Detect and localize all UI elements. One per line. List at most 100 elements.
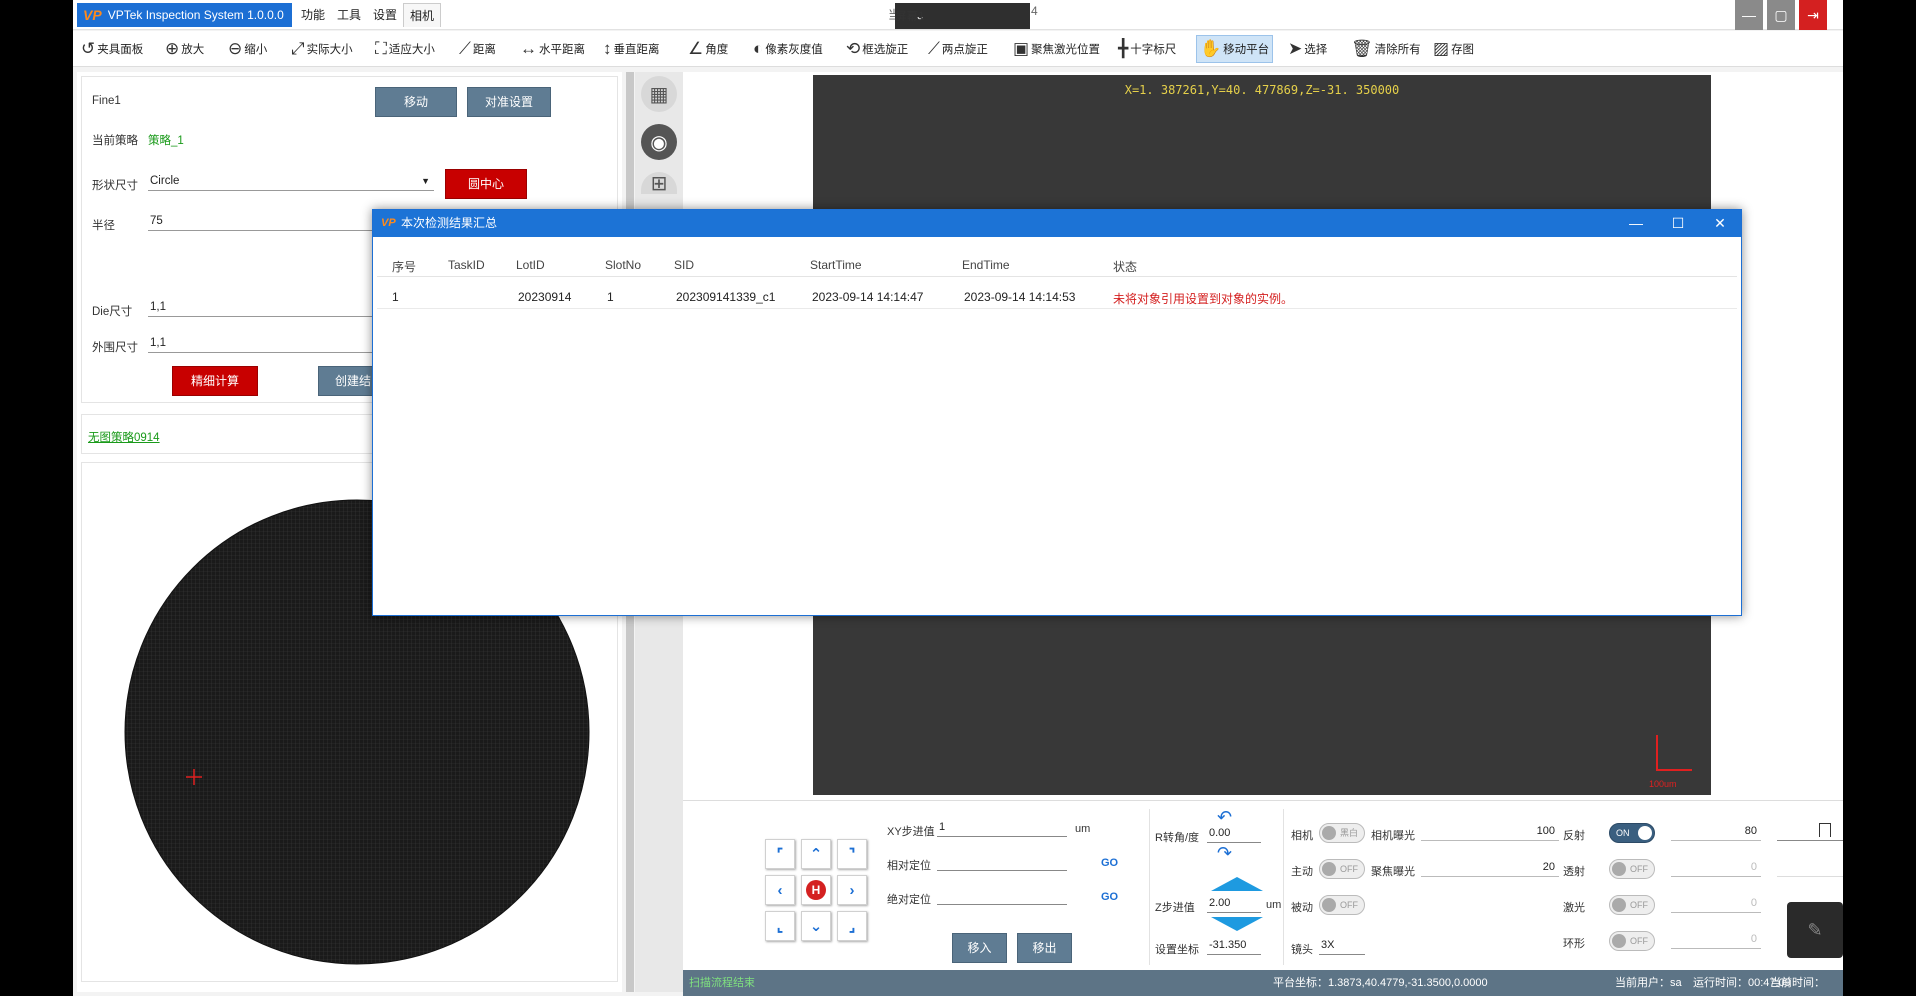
z-down-button[interactable] — [1211, 917, 1263, 931]
tool-fixture-panel[interactable]: ↺ 夹具面板 — [81, 35, 143, 63]
tool-zoom-out[interactable]: ⊖ 缩小 — [228, 35, 267, 63]
rotation-input[interactable]: 0.00 — [1207, 823, 1261, 843]
xy-step-label: XY步进值 — [887, 826, 935, 838]
tool-pixel-gray[interactable]: ◐ 像素灰度值 — [753, 35, 823, 63]
menu-camera[interactable]: 相机 — [403, 3, 442, 27]
set-coord-input[interactable]: -31.350 — [1207, 935, 1261, 955]
tool-fit-size[interactable]: ⛶ 适应大小 — [375, 35, 435, 63]
map-icon[interactable]: ⊞ — [641, 172, 677, 195]
strategy-label: 当前策略 — [92, 135, 138, 147]
move-down-left-button[interactable]: ⌞ — [765, 911, 795, 941]
z-up-button[interactable] — [1211, 877, 1263, 891]
move-out-button[interactable]: 移出 — [1017, 933, 1072, 963]
col-header-seq[interactable]: 序号 — [392, 258, 416, 275]
relative-position-input[interactable] — [937, 851, 1067, 871]
ring-toggle[interactable]: OFF — [1609, 931, 1655, 951]
horizontal-distance-icon: ↔ — [520, 39, 537, 58]
reflect-input[interactable]: 80 — [1671, 821, 1761, 841]
col-header-endtime[interactable]: EndTime — [962, 258, 1010, 272]
reflect-toggle[interactable]: ON — [1609, 823, 1655, 843]
map-strategy-link[interactable]: 无图策略0914 — [88, 429, 160, 445]
minimize-button[interactable]: — — [1735, 0, 1763, 30]
wafer-grid-icon[interactable]: ▦ — [641, 76, 677, 112]
dialog-close-button[interactable]: ✕ — [1699, 210, 1741, 237]
passive-toggle[interactable]: OFF — [1319, 895, 1365, 915]
menu-function[interactable]: 功能 — [295, 3, 331, 27]
dialog-maximize-button[interactable]: ☐ — [1657, 210, 1699, 237]
tool-label: 水平距离 — [539, 44, 585, 56]
active-toggle[interactable]: OFF — [1319, 859, 1365, 879]
move-up-button[interactable]: ⌃ — [801, 839, 831, 869]
exit-button[interactable]: ⇥ — [1799, 0, 1827, 30]
move-right-button[interactable]: › — [837, 875, 867, 905]
tool-distance[interactable]: ⟋ 距离 — [459, 35, 496, 63]
tool-box-rotate[interactable]: ⟲ 框选旋正 — [846, 35, 908, 63]
maximize-button[interactable]: ▢ — [1767, 0, 1795, 30]
tool-angle[interactable]: ∠ 角度 — [688, 35, 728, 63]
align-settings-button[interactable]: 对准设置 — [467, 87, 551, 117]
screen-select[interactable]: ⌄ 屏幕1 — [895, 3, 1030, 29]
tool-two-point-rotate[interactable]: ⟋ 两点旋正 — [928, 35, 988, 63]
tool-vertical-distance[interactable]: ↕ 垂直距离 — [603, 35, 660, 63]
move-up-right-button[interactable]: ⌝ — [837, 839, 867, 869]
absolute-go-button[interactable]: GO — [1101, 891, 1118, 903]
fine-calc-button[interactable]: 精细计算 — [172, 366, 258, 396]
transmit-toggle[interactable]: OFF — [1609, 859, 1655, 879]
menu-settings[interactable]: 设置 — [367, 3, 403, 27]
col-header-starttime[interactable]: StartTime — [810, 258, 862, 272]
camera-exposure-input[interactable]: 100 — [1421, 821, 1559, 841]
xy-step-input[interactable]: 1 — [937, 817, 1067, 837]
title-suffix: 4 — [1031, 4, 1038, 18]
camera-icon[interactable]: ◉ — [641, 124, 677, 160]
home-button[interactable]: H — [801, 875, 831, 905]
absolute-position-input[interactable] — [937, 885, 1067, 905]
tool-horizontal-distance[interactable]: ↔ 水平距离 — [520, 35, 585, 63]
z-step-input[interactable]: 2.00 — [1207, 893, 1261, 913]
box-rotate-icon: ⟲ — [846, 39, 861, 58]
circle-center-button[interactable]: 圆中心 — [445, 169, 527, 199]
cell-slotno: 1 — [607, 290, 614, 304]
tool-move-platform[interactable]: ✋ 移动平台 — [1196, 35, 1274, 63]
tool-crosshair[interactable]: ╋ 十字标尺 — [1118, 35, 1176, 63]
camera-mode-toggle[interactable]: 黑白 — [1319, 823, 1365, 843]
tool-select[interactable]: ➤ 选择 — [1288, 35, 1327, 63]
col-header-taskid[interactable]: TaskID — [448, 258, 485, 272]
laser-toggle[interactable]: OFF — [1609, 895, 1655, 915]
tool-clear-all[interactable]: 🗑 清除所有 — [1351, 35, 1421, 63]
tool-zoom-in[interactable]: ⊕ 放大 — [165, 35, 204, 63]
tool-label: 两点旋正 — [941, 44, 988, 56]
tool-actual-size[interactable]: ⤢ 实际大小 — [291, 35, 353, 63]
divider — [1283, 809, 1284, 965]
col-header-lotid[interactable]: LotID — [516, 258, 545, 272]
transmit-input[interactable]: 0 — [1671, 857, 1761, 877]
menu-tools[interactable]: 工具 — [331, 3, 367, 27]
result-summary-dialog: VP 本次检测结果汇总 — ☐ ✕ 序号 TaskID LotID SlotNo… — [372, 209, 1742, 616]
laser-input[interactable]: 0 — [1671, 893, 1761, 913]
rotate-ccw-icon[interactable]: ↶ — [1217, 807, 1232, 828]
move-up-left-button[interactable]: ⌜ — [765, 839, 795, 869]
relative-go-button[interactable]: GO — [1101, 857, 1118, 869]
move-button[interactable]: 移动 — [375, 87, 457, 117]
move-down-right-button[interactable]: ⌟ — [837, 911, 867, 941]
col-header-sid[interactable]: SID — [674, 258, 694, 272]
tool-focus-laser[interactable]: ▣ 聚焦激光位置 — [1013, 35, 1100, 63]
focus-exposure-input[interactable]: 20 — [1421, 857, 1559, 877]
dialog-minimize-button[interactable]: — — [1615, 210, 1657, 237]
col-header-slotno[interactable]: SlotNo — [605, 258, 641, 272]
col-header-status[interactable]: 状态 — [1113, 258, 1137, 275]
shape-select[interactable]: Circle ▼ — [148, 171, 434, 191]
floating-tool-button[interactable]: ✎ — [1787, 902, 1843, 958]
lens-select[interactable]: 3X — [1319, 935, 1365, 955]
move-left-button[interactable]: ‹ — [765, 875, 795, 905]
tool-save-image[interactable]: ▨ 存图 — [1433, 35, 1474, 63]
ring-input[interactable]: 0 — [1671, 929, 1761, 949]
move-in-button[interactable]: 移入 — [952, 933, 1007, 963]
move-down-button[interactable]: ⌄ — [801, 911, 831, 941]
rotate-cw-icon[interactable]: ↷ — [1217, 843, 1232, 864]
transmit-dropdown[interactable] — [1777, 857, 1843, 877]
shape-dropdown[interactable] — [1777, 821, 1843, 841]
cell-seq: 1 — [392, 290, 399, 304]
focus-exposure-label: 聚焦曝光 — [1371, 866, 1415, 878]
fit-size-icon: ⛶ — [375, 39, 387, 58]
crosshair-icon: ╋ — [1118, 39, 1129, 58]
